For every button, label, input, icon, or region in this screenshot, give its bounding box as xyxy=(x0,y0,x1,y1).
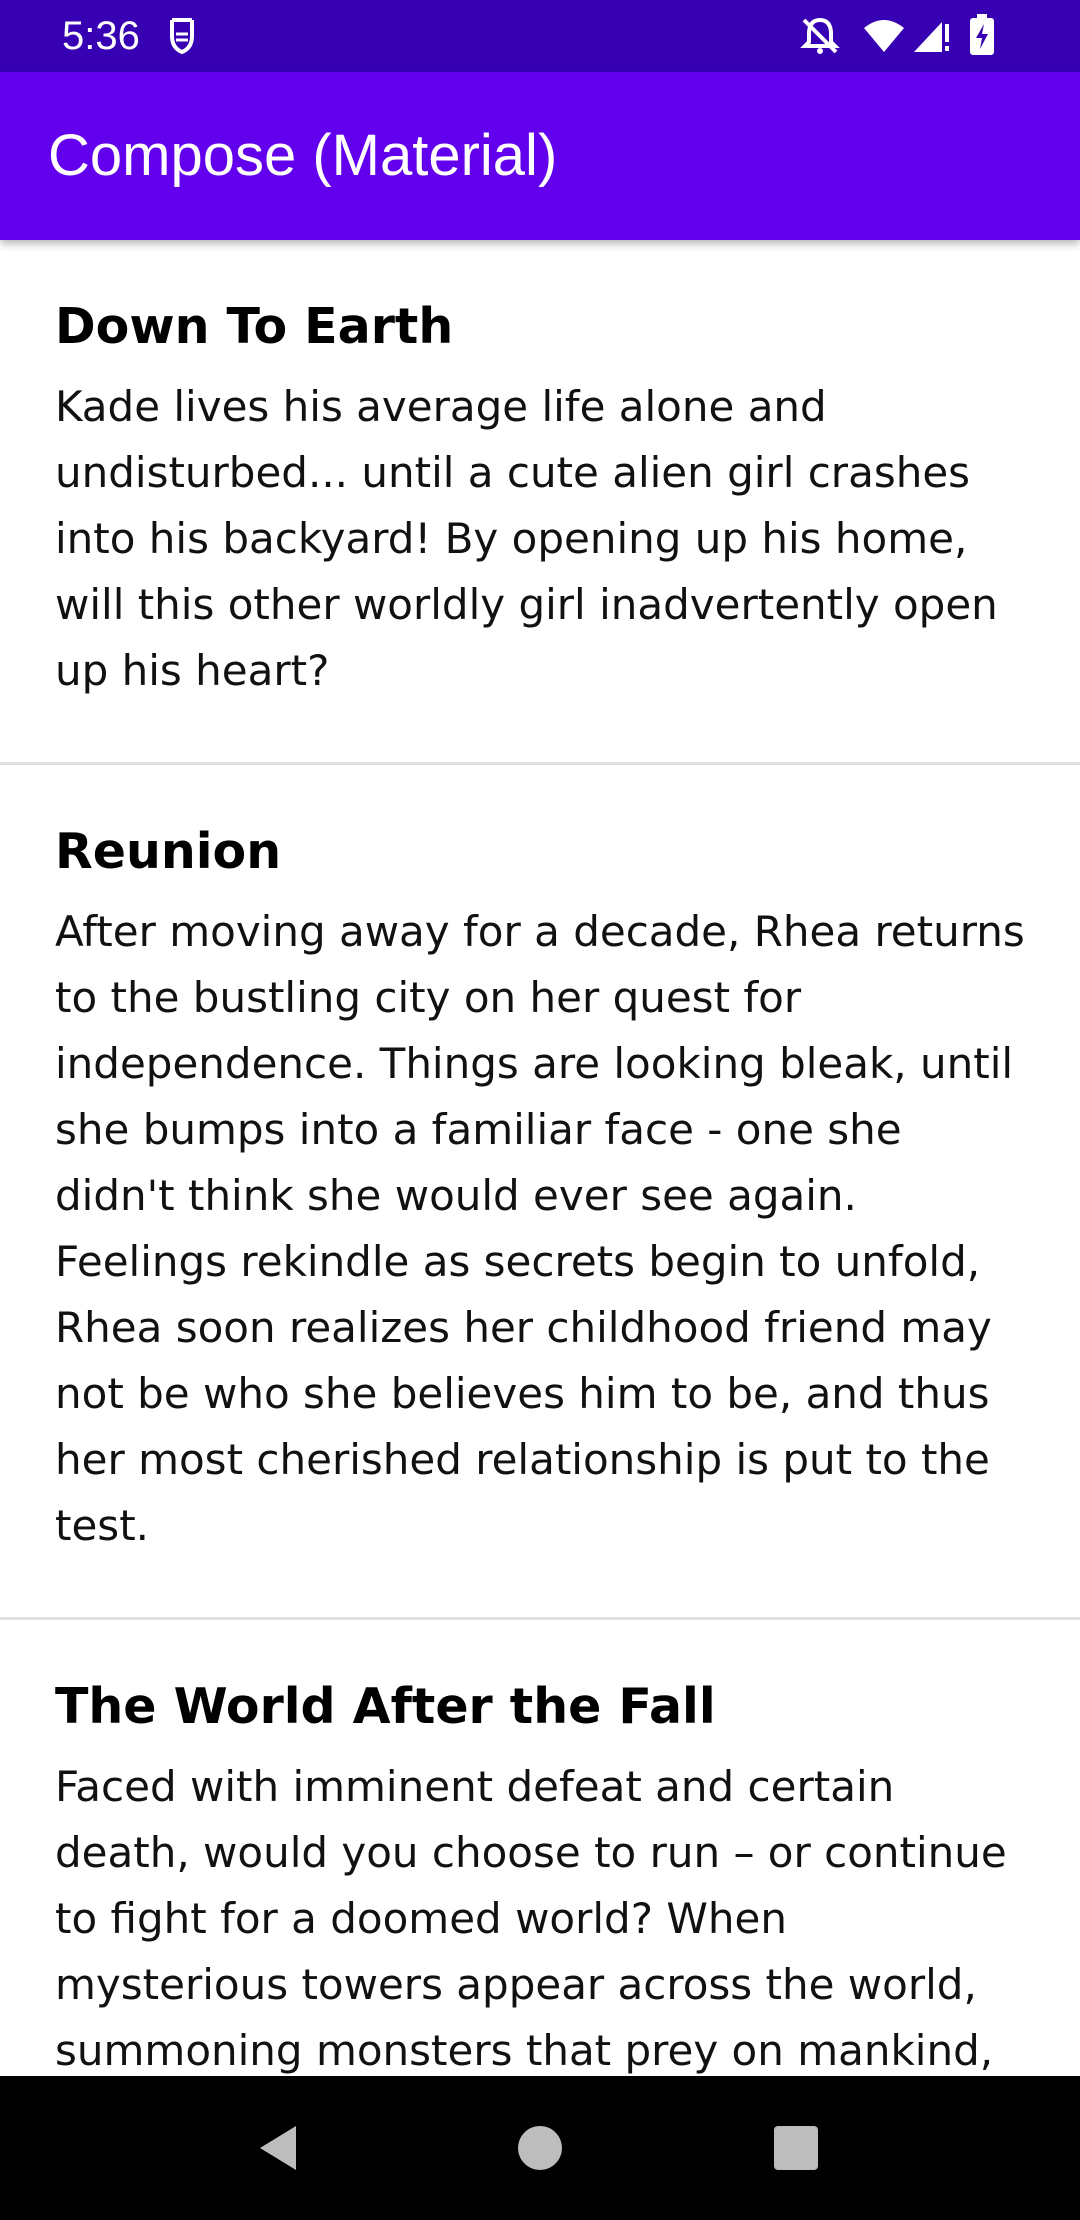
navigation-bar xyxy=(0,2076,1080,2220)
item-title: The World After the Fall xyxy=(55,1678,716,1735)
item-title: Down To Earth xyxy=(55,298,454,355)
list-item[interactable]: Reunion After moving away for a decade, … xyxy=(0,765,1080,1620)
item-description: Kade lives his average life alone and un… xyxy=(55,382,998,695)
screen: 5:36 Compose (Material) Down To Earth Ka… xyxy=(0,0,1080,2220)
story-list[interactable]: Down To Earth Kade lives his average lif… xyxy=(0,240,1080,2076)
item-title: Reunion xyxy=(55,823,282,880)
bell-off-icon xyxy=(800,16,840,60)
battery-charging-icon xyxy=(968,14,996,60)
list-item[interactable]: The World After the Fall Faced with immi… xyxy=(0,1620,1080,2076)
status-time: 5:36 xyxy=(62,14,140,58)
status-bar: 5:36 xyxy=(0,0,1080,72)
notification-shield-icon xyxy=(166,16,198,60)
signal-icon xyxy=(912,18,952,58)
wifi-icon xyxy=(862,18,906,58)
list-item[interactable]: Down To Earth Kade lives his average lif… xyxy=(0,240,1080,765)
home-icon[interactable] xyxy=(508,2116,572,2180)
back-icon[interactable] xyxy=(250,2116,314,2180)
app-title: Compose (Material) xyxy=(48,123,558,188)
top-app-bar: Compose (Material) xyxy=(0,72,1080,240)
recents-icon[interactable] xyxy=(764,2116,828,2180)
item-description: After moving away for a decade, Rhea ret… xyxy=(55,907,1025,1550)
item-description: Faced with imminent defeat and certain d… xyxy=(55,1762,1007,2075)
